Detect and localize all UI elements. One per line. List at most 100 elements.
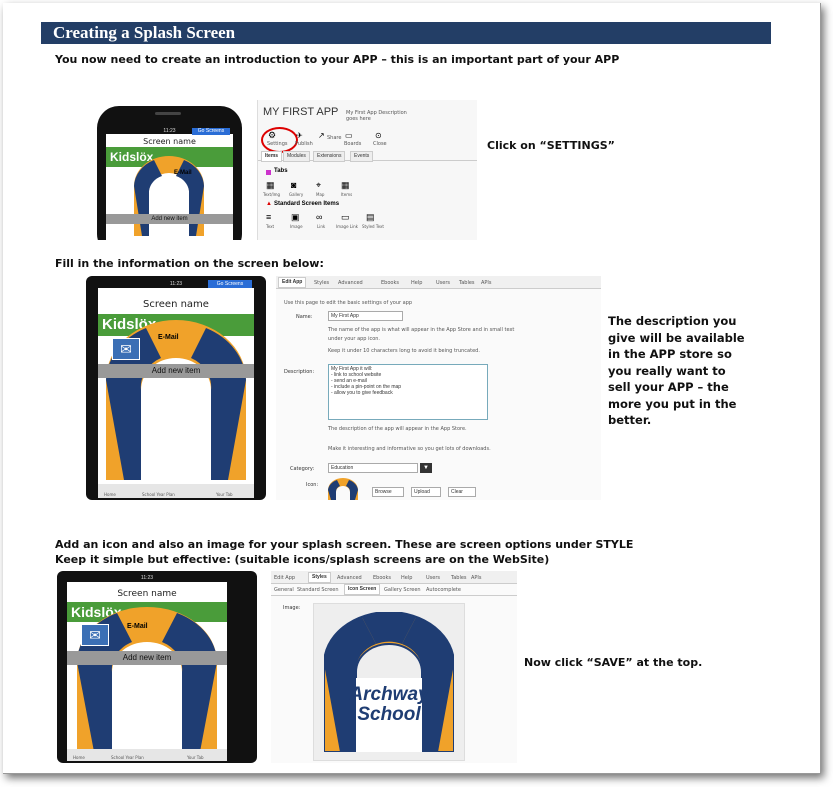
add-new-item-bar[interactable]: Add new item <box>106 214 233 224</box>
tabbar-home[interactable]: Home <box>104 492 116 497</box>
upload-button[interactable]: Upload <box>411 487 441 497</box>
caption-settings: Click on “SETTINGS” <box>487 139 615 152</box>
toolbar-publish[interactable]: Publish <box>295 141 313 147</box>
tabbar-school-year[interactable]: School Year Plan <box>142 492 175 497</box>
tab-help[interactable]: Help <box>411 280 422 286</box>
screen-name: Screen name <box>143 137 196 146</box>
tab-styles[interactable]: Styles <box>314 280 329 286</box>
clear-button[interactable]: Clear <box>448 487 476 497</box>
tab-advanced[interactable]: Advanced <box>337 575 362 581</box>
browse-button[interactable]: Browse <box>372 487 404 497</box>
email-label: E-Mail <box>127 623 148 630</box>
tabs-icon <box>266 170 271 175</box>
settings-hint: Use this page to edit the basic settings… <box>284 300 413 306</box>
styled-text-icon[interactable]: ▤ <box>366 212 375 223</box>
std-icon-label: Image <box>290 224 303 229</box>
subtab-general[interactable]: General <box>274 587 294 593</box>
icon-label: Icon: <box>306 482 319 488</box>
tabbar-your-tab[interactable]: Your Tab <box>187 755 204 760</box>
caption-line: give will be available <box>608 330 745 345</box>
add-new-item-bar[interactable]: Add new item <box>67 651 227 665</box>
app-editor-screenshot-3: 11:23 Screen name Kidslöx ✉ E-Mail Add n… <box>57 571 517 763</box>
app-editor-screenshot-1: 11:23 Screen name Go Screens Kidslöx E-M… <box>57 100 477 240</box>
section2-heading: Fill in the information on the screen be… <box>55 257 324 270</box>
arch-graphic <box>134 156 204 236</box>
caption-line: better. <box>608 413 652 427</box>
phone-mockup: 11:23 Screen name Kidslöx ✉ E-Mail Add n… <box>57 571 257 763</box>
map-icon[interactable]: ⌖ <box>316 180 321 191</box>
text-item-icon[interactable]: ≡ <box>266 212 271 222</box>
link-item-icon[interactable]: ∞ <box>316 212 322 222</box>
tabbar-your-tab[interactable]: Your Tab <box>216 492 233 497</box>
tab-users[interactable]: Users <box>426 575 440 581</box>
category-select[interactable]: Education <box>328 463 418 473</box>
toolbar-boards[interactable]: Boards <box>344 141 361 147</box>
app-title: MY FIRST APP <box>263 106 339 118</box>
tab-tables[interactable]: Tables <box>459 280 475 286</box>
tabbar-home[interactable]: Home <box>73 755 85 760</box>
email-label: E-Mail <box>158 334 179 341</box>
tab-advanced[interactable]: Advanced <box>338 280 363 286</box>
subtab-events[interactable]: Events <box>350 151 374 162</box>
text-img-icon[interactable]: ▦ <box>266 180 275 191</box>
page-title: Creating a Splash Screen <box>41 22 771 44</box>
tab-edit-app[interactable]: Edit App <box>274 575 295 581</box>
close-icon: ⊙ <box>375 131 382 140</box>
app-name-field[interactable]: My First App <box>328 311 403 321</box>
camera-icon[interactable]: ◙ <box>291 180 296 190</box>
tabs-label: Tabs <box>274 168 288 174</box>
tab-icon-label: Items <box>341 192 353 197</box>
description-label: Description: <box>284 369 315 375</box>
email-icon[interactable]: ✉ <box>81 624 109 646</box>
settings-icon[interactable]: ⚙ <box>268 130 276 141</box>
subtab-standard-screen[interactable]: Standard Screen <box>297 587 339 593</box>
icon-preview <box>328 478 358 500</box>
go-screens-button[interactable]: Go Screens <box>208 280 252 288</box>
toolbar-close[interactable]: Close <box>373 141 387 147</box>
boards-icon: ▭ <box>345 131 353 140</box>
image-item-icon[interactable]: ▣ <box>291 212 300 223</box>
name-help-line-3: Keep it under 10 characters long to avoi… <box>328 348 480 354</box>
caption-description: The description you give will be availab… <box>608 313 745 429</box>
image-link-icon[interactable]: ▭ <box>341 212 350 223</box>
tab-users[interactable]: Users <box>436 280 450 286</box>
caption-line: more you put in the <box>608 396 737 411</box>
grid-icon[interactable]: ▦ <box>341 180 350 191</box>
tab-edit-app[interactable]: Edit App <box>278 277 307 288</box>
email-icon[interactable]: ✉ <box>112 338 140 360</box>
splash-image-preview[interactable]: Archway School <box>313 603 465 761</box>
chevron-down-icon[interactable]: ▼ <box>420 463 432 473</box>
tab-tables[interactable]: Tables <box>451 575 467 581</box>
toolbar-share[interactable]: Share <box>327 135 341 141</box>
toolbar-settings[interactable]: Settings <box>267 141 288 147</box>
subtab-extensions[interactable]: Extensions <box>313 151 346 162</box>
caption-line: you really want to <box>608 363 726 378</box>
app-editor-screenshot-2: 11:23 Go Screens Screen name Kidslöx ✉ E… <box>86 276 601 500</box>
tab-help[interactable]: Help <box>401 575 412 581</box>
subtab-gallery-screen[interactable]: Gallery Screen <box>384 587 421 593</box>
subtab-icon-screen[interactable]: Icon Screen <box>344 584 381 595</box>
tabbar-school-year[interactable]: School Year Plan <box>111 755 144 760</box>
add-new-item-bar[interactable]: Add new item <box>98 364 254 378</box>
phone-mockup: 11:23 Screen name Go Screens Kidslöx E-M… <box>97 106 242 240</box>
tab-apis[interactable]: APIs <box>481 280 492 286</box>
go-screens-button[interactable]: Go Screens <box>192 128 230 135</box>
splash-text-school: School <box>357 704 421 725</box>
desc-line: - allow you to give feedback <box>331 390 393 396</box>
desc-help-line-1: The description of the app will appear i… <box>328 426 467 432</box>
tab-styles[interactable]: Styles <box>308 572 331 583</box>
subtab-items[interactable]: Items <box>261 151 283 162</box>
tab-ebooks[interactable]: Ebooks <box>381 280 399 286</box>
document-page: Creating a Splash Screen You now need to… <box>3 3 821 774</box>
std-icon-label: Text <box>266 224 275 229</box>
name-help-line-2: under your app icon. <box>328 336 381 342</box>
tab-apis[interactable]: APIs <box>471 575 482 581</box>
screen-name: Screen name <box>143 299 209 310</box>
description-textarea[interactable]: My First App it will: - link to school w… <box>328 364 488 420</box>
tab-ebooks[interactable]: Ebooks <box>373 575 391 581</box>
std-icon-label: Link <box>317 224 326 229</box>
std-icon-label: Styled Text <box>362 224 384 229</box>
subtab-autocomplete[interactable]: Autocomplete <box>426 587 461 593</box>
intro-text: You now need to create an introduction t… <box>55 53 620 66</box>
subtab-modules[interactable]: Modules <box>283 151 310 162</box>
